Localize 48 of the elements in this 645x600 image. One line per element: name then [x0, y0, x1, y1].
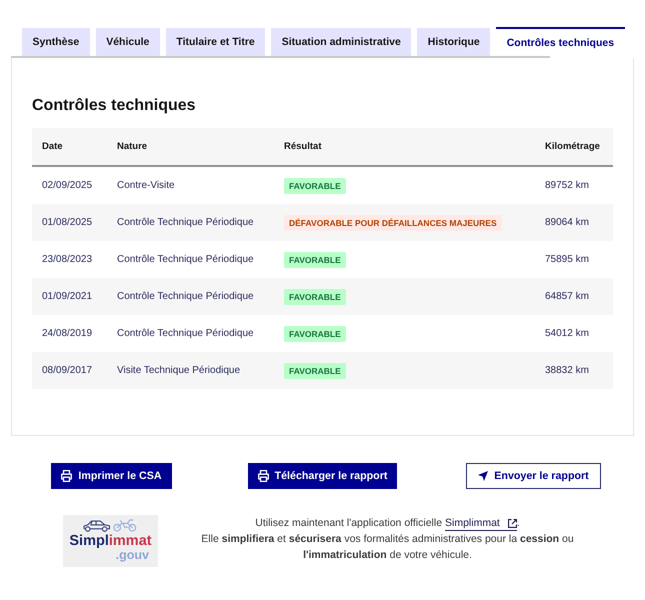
column-header: Kilométrage	[535, 128, 613, 166]
secondary-button[interactable]: Envoyer le rapport	[466, 463, 601, 489]
tab[interactable]: Synthèse	[22, 28, 90, 56]
printer-icon	[61, 470, 72, 482]
panel-title: Contrôles techniques	[32, 96, 197, 116]
table-cell: 24/08/2019	[32, 315, 107, 352]
table-cell: 01/09/2021	[32, 278, 107, 315]
motorcycle-icon	[112, 519, 138, 532]
table-cell: 01/08/2025	[32, 204, 107, 241]
promo-text: Elle simplifiera et sécurisera vos formalités administratives pour la cession ou l'immatriculation de votre véhicule.	[200, 532, 575, 563]
tab[interactable]: Historique	[417, 28, 490, 56]
table-cell: 64857 km	[535, 278, 613, 315]
primary-button[interactable]: Télécharger le rapport	[248, 463, 398, 489]
table-cell: 89752 km	[535, 166, 613, 204]
table-cell: Contrôle Technique Périodique	[107, 241, 274, 278]
column-header: Date	[32, 128, 107, 166]
status-badge: FAVORABLE	[284, 252, 346, 268]
table-cell: Contrôle Technique Périodique	[107, 315, 274, 352]
tab[interactable]: Situation administrative	[271, 28, 412, 56]
status-badge: FAVORABLE	[284, 326, 346, 342]
table-cell: Contre-Visite	[107, 166, 274, 204]
tab[interactable]: Véhicule	[96, 28, 160, 56]
printer-icon	[258, 470, 269, 482]
car-icon	[83, 520, 111, 532]
table-cell: 54012 km	[535, 315, 613, 352]
status-badge: FAVORABLE	[284, 178, 346, 194]
status-badge: DÉFAVORABLE POUR DÉFAILLANCES MAJEURES	[284, 214, 502, 230]
table-cell: 02/09/2025	[32, 166, 107, 204]
column-header: Résultat	[274, 128, 535, 166]
table-cell: Contrôle Technique Périodique	[107, 204, 274, 241]
status-badge: FAVORABLE	[284, 362, 346, 378]
table-cell: Visite Technique Périodique	[107, 352, 274, 389]
app-link[interactable]: Simplimmat	[444, 517, 517, 531]
primary-button[interactable]: Imprimer le CSA	[51, 463, 172, 489]
table-cell: Contrôle Technique Périodique	[107, 278, 274, 315]
tab[interactable]: Titulaire et Titre	[166, 28, 266, 56]
table-cell: 23/08/2023	[32, 241, 107, 278]
logo-wordmark: Simplimmat	[69, 533, 152, 549]
external-link-icon	[508, 519, 517, 528]
table-cell: 08/09/2017	[32, 352, 107, 389]
navigation-arrow-icon	[478, 471, 488, 481]
promo-text: Utilisez maintenant l'application officielle Simplimmat .	[254, 516, 521, 531]
column-header: Nature	[107, 128, 274, 166]
table-cell: 89064 km	[535, 204, 613, 241]
table-cell: 38832 km	[535, 352, 613, 389]
status-badge: FAVORABLE	[284, 288, 346, 304]
logo-suffix: .gouv	[116, 549, 149, 562]
table-cell: 75895 km	[535, 241, 613, 278]
